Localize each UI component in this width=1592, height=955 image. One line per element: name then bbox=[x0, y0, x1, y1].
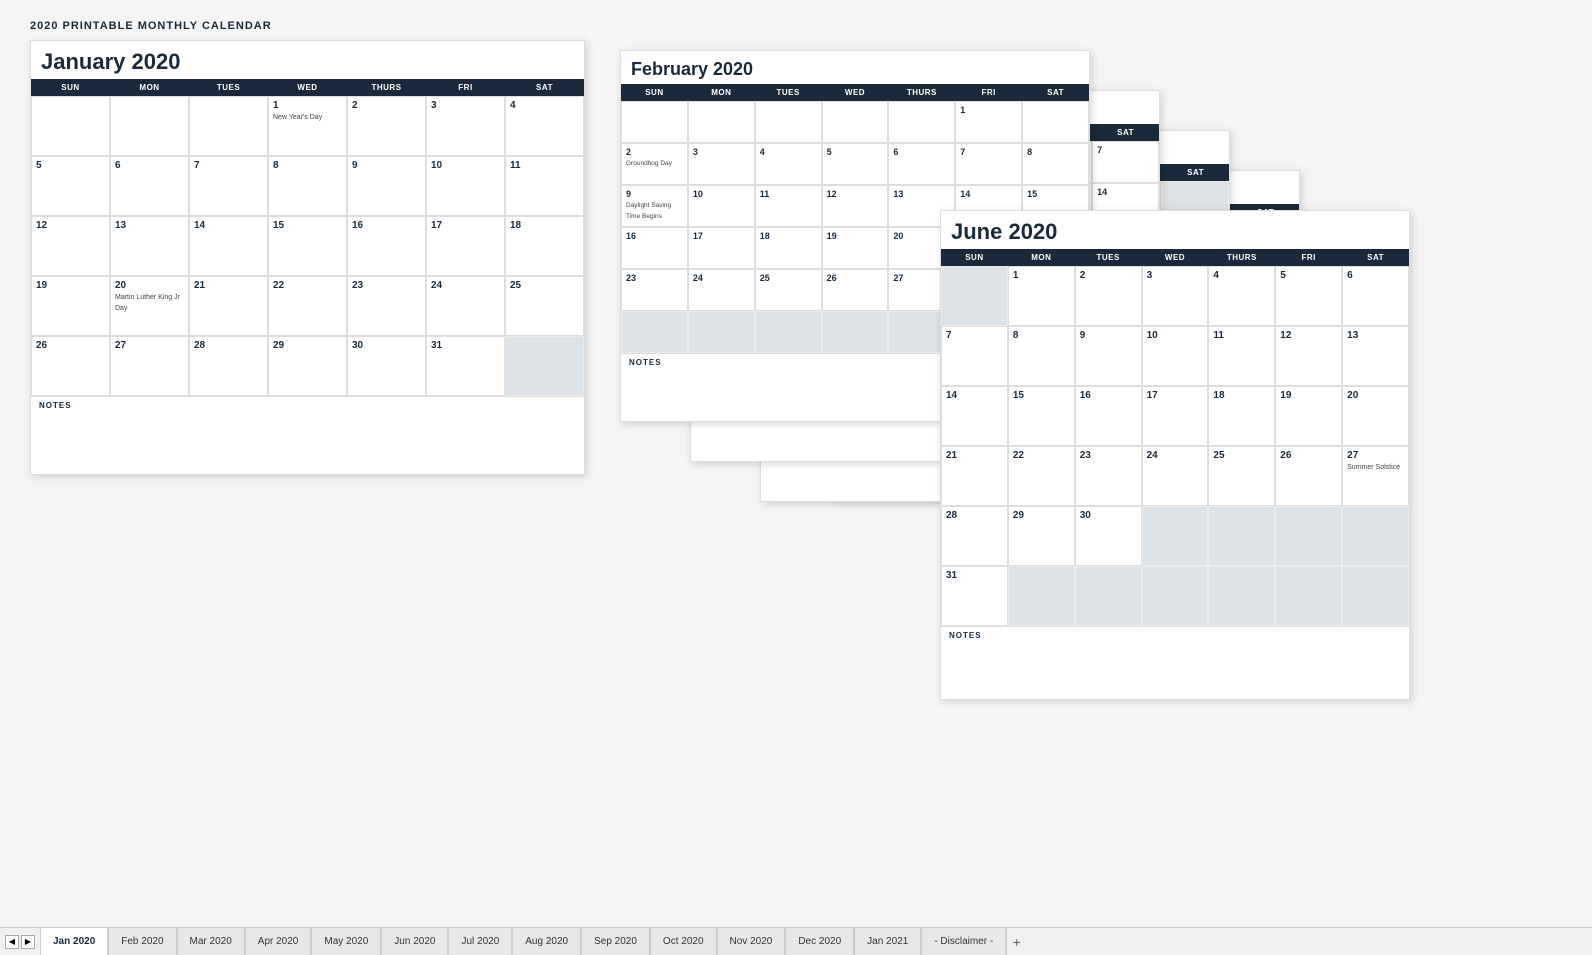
tab-dec-2020[interactable]: Dec 2020 bbox=[785, 928, 854, 955]
table-row bbox=[189, 96, 268, 156]
table-row: 16 bbox=[347, 216, 426, 276]
tab-prev-btn[interactable]: ◀ bbox=[5, 935, 19, 949]
jun-notes-area bbox=[941, 644, 1409, 699]
tab-aug-2020[interactable]: Aug 2020 bbox=[512, 928, 581, 955]
jun-notes-label: NOTES bbox=[941, 626, 1409, 644]
tab-disclaimer[interactable]: - Disclaimer - bbox=[921, 928, 1006, 955]
feb-title: February 2020 bbox=[621, 51, 1089, 84]
tab-next-btn[interactable]: ▶ bbox=[21, 935, 35, 949]
tab-apr-2020[interactable]: Apr 2020 bbox=[245, 928, 312, 955]
tab-jul-2020[interactable]: Jul 2020 bbox=[448, 928, 512, 955]
header-sun: SUN bbox=[31, 79, 110, 96]
table-row: 26 bbox=[31, 336, 110, 396]
tab-jan-2020[interactable]: Jan 2020 bbox=[40, 928, 108, 955]
table-row: 30 bbox=[347, 336, 426, 396]
tab-nav: ◀ ▶ bbox=[0, 928, 40, 955]
table-row bbox=[110, 96, 189, 156]
table-row: 17 bbox=[426, 216, 505, 276]
tab-mar-2020[interactable]: Mar 2020 bbox=[177, 928, 245, 955]
jan-notes-label: NOTES bbox=[31, 396, 584, 414]
header-mon: MON bbox=[110, 79, 189, 96]
tab-add-btn[interactable]: + bbox=[1006, 928, 1026, 955]
table-row: 8 bbox=[268, 156, 347, 216]
table-row: 5 bbox=[31, 156, 110, 216]
tab-sep-2020[interactable]: Sep 2020 bbox=[581, 928, 650, 955]
table-row: 25 bbox=[505, 276, 584, 336]
table-row: 11 bbox=[505, 156, 584, 216]
table-row: 6 bbox=[110, 156, 189, 216]
tab-nov-2020[interactable]: Nov 2020 bbox=[717, 928, 786, 955]
table-row bbox=[505, 336, 584, 396]
tab-feb-2020[interactable]: Feb 2020 bbox=[108, 928, 176, 955]
calendar-container: January 2020 SUN MON TUES WED THURS FRI … bbox=[30, 40, 1562, 880]
table-row: 15 bbox=[268, 216, 347, 276]
page-title: 2020 PRINTABLE MONTHLY CALENDAR bbox=[30, 20, 1562, 32]
table-row: 1New Year's Day bbox=[268, 96, 347, 156]
jan-header: SUN MON TUES WED THURS FRI SAT bbox=[31, 79, 584, 96]
table-row: 31 bbox=[426, 336, 505, 396]
table-row: 20Martin Luther King Jr Day bbox=[110, 276, 189, 336]
table-row: 2 bbox=[347, 96, 426, 156]
header-thu: THURS bbox=[347, 79, 426, 96]
tab-jan-2021[interactable]: Jan 2021 bbox=[854, 928, 921, 955]
tab-may-2020[interactable]: May 2020 bbox=[311, 928, 381, 955]
table-row: 24 bbox=[426, 276, 505, 336]
jan-title: January 2020 bbox=[31, 41, 584, 79]
table-row: 21 bbox=[189, 276, 268, 336]
table-row: 29 bbox=[268, 336, 347, 396]
table-row: 10 bbox=[426, 156, 505, 216]
jan-grid: 1New Year's Day 2 3 4 5 6 7 8 9 10 11 12… bbox=[31, 96, 584, 396]
header-wed: WED bbox=[268, 79, 347, 96]
tab-bar: ◀ ▶ Jan 2020 Feb 2020 Mar 2020 Apr 2020 … bbox=[0, 927, 1592, 955]
table-row: 12 bbox=[31, 216, 110, 276]
june-calendar: June 2020 SUN MON TUES WED THURS FRI SAT… bbox=[940, 210, 1410, 700]
main-content: 2020 PRINTABLE MONTHLY CALENDAR January … bbox=[0, 0, 1592, 927]
jan-notes-area bbox=[31, 414, 584, 474]
table-row: 3 bbox=[426, 96, 505, 156]
header-fri: FRI bbox=[426, 79, 505, 96]
january-calendar: January 2020 SUN MON TUES WED THURS FRI … bbox=[30, 40, 585, 475]
table-row: 13 bbox=[110, 216, 189, 276]
tab-jun-2020[interactable]: Jun 2020 bbox=[381, 928, 448, 955]
table-row: 4 bbox=[505, 96, 584, 156]
jun-header: SUN MON TUES WED THURS FRI SAT bbox=[941, 249, 1409, 266]
table-row: 9 bbox=[347, 156, 426, 216]
header-tue: TUES bbox=[189, 79, 268, 96]
header-sat: SAT bbox=[505, 79, 584, 96]
table-row bbox=[31, 96, 110, 156]
jun-grid: 1 2 3 4 5 6 7 8 9 10 11 12 13 14 15 16 1… bbox=[941, 266, 1409, 626]
table-row: 18 bbox=[505, 216, 584, 276]
table-row: 23 bbox=[347, 276, 426, 336]
table-row: 22 bbox=[268, 276, 347, 336]
table-row: 19 bbox=[31, 276, 110, 336]
table-row: 27 bbox=[110, 336, 189, 396]
feb-header: SUN MON TUES WED THURS FRI SAT bbox=[621, 84, 1089, 101]
table-row: 28 bbox=[189, 336, 268, 396]
jun-title: June 2020 bbox=[941, 211, 1409, 249]
tab-oct-2020[interactable]: Oct 2020 bbox=[650, 928, 717, 955]
table-row: 7 bbox=[189, 156, 268, 216]
table-row: 14 bbox=[189, 216, 268, 276]
